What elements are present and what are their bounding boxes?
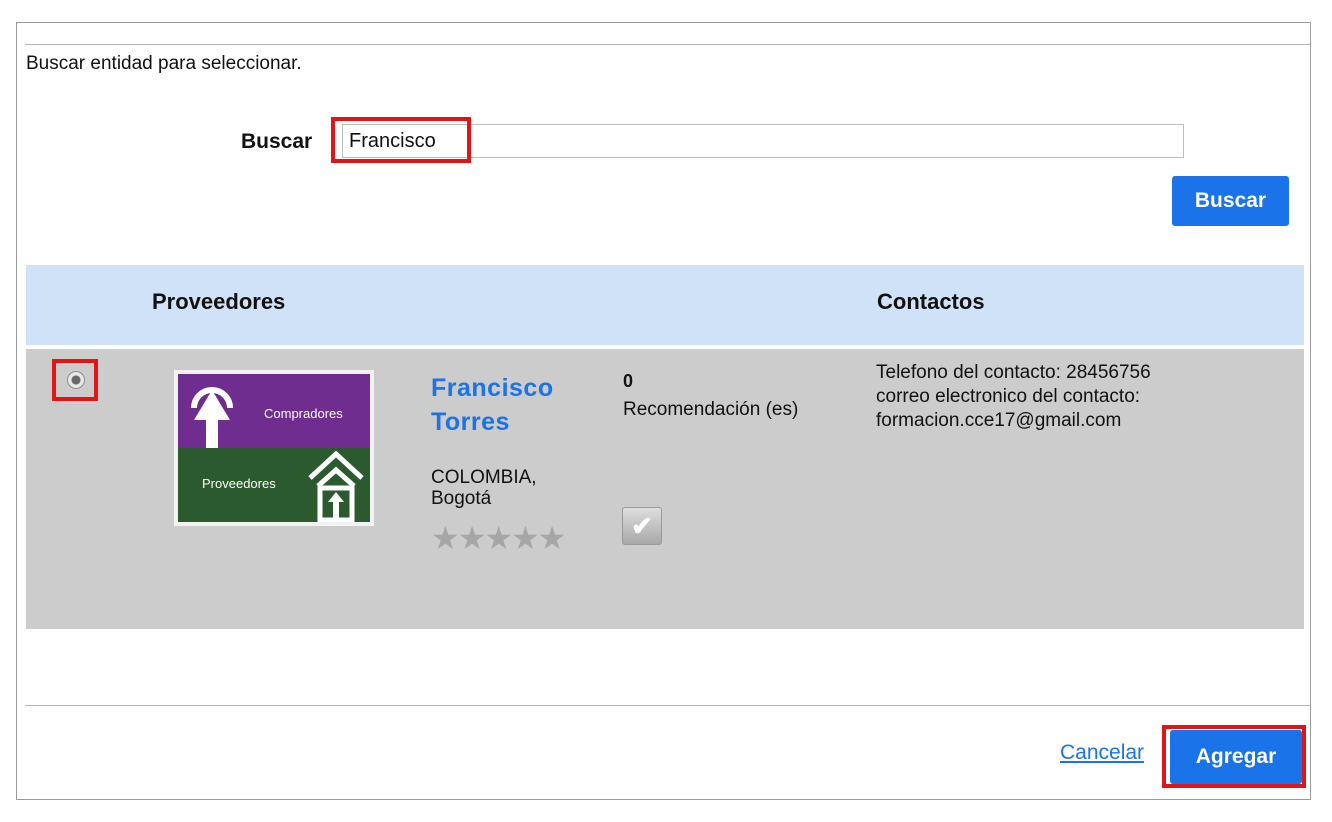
cancel-link[interactable]: Cancelar bbox=[1060, 741, 1144, 765]
provider-last-name: Torres bbox=[431, 408, 510, 436]
select-entity-dialog: Buscar entidad para seleccionar. Buscar … bbox=[16, 22, 1311, 800]
contact-email-label: correo electronico del contacto: bbox=[876, 386, 1141, 407]
search-button[interactable]: Buscar bbox=[1172, 176, 1289, 226]
rating-star-icons: ★★★★★ bbox=[431, 520, 566, 556]
radio-highlight-box bbox=[52, 359, 98, 401]
recommendation-count: 0 bbox=[623, 371, 634, 391]
table-row: Compradores Proveedores Francisco Torres… bbox=[26, 349, 1304, 629]
house-icon bbox=[308, 450, 364, 522]
select-radio[interactable] bbox=[67, 371, 85, 389]
provider-location: COLOMBIA, Bogotá bbox=[431, 467, 537, 509]
add-button[interactable]: Agregar bbox=[1170, 730, 1302, 784]
header-proveedores: Proveedores bbox=[152, 289, 286, 314]
search-input[interactable] bbox=[342, 124, 1184, 158]
recommend-check-icon[interactable]: ✔ bbox=[622, 507, 662, 545]
logo-compradores-text: Compradores bbox=[264, 406, 343, 421]
results-table-header: Proveedores Contactos bbox=[26, 265, 1304, 345]
logo-proveedores-panel: Proveedores bbox=[178, 448, 370, 522]
top-divider bbox=[25, 44, 1310, 45]
recommendation-label: Recomendación (es) bbox=[623, 399, 799, 420]
logo-compradores-panel: Compradores bbox=[178, 374, 370, 448]
contact-phone: Telefono del contacto: 28456756 bbox=[876, 362, 1151, 383]
provider-logo: Compradores Proveedores bbox=[174, 370, 374, 526]
header-contactos: Contactos bbox=[877, 289, 985, 314]
contact-email: formacion.cce17@gmail.com bbox=[876, 410, 1122, 431]
search-label: Buscar bbox=[241, 130, 313, 153]
logo-proveedores-text: Proveedores bbox=[202, 476, 276, 491]
dialog-instructions: Buscar entidad para seleccionar. bbox=[26, 53, 302, 74]
provider-first-name: Francisco bbox=[431, 374, 554, 402]
bottom-divider bbox=[25, 705, 1310, 706]
provider-name-link[interactable]: Francisco Torres bbox=[431, 371, 591, 439]
up-arrow-icon bbox=[191, 387, 233, 448]
contact-info: Telefono del contacto: 28456756 correo e… bbox=[876, 361, 1296, 433]
